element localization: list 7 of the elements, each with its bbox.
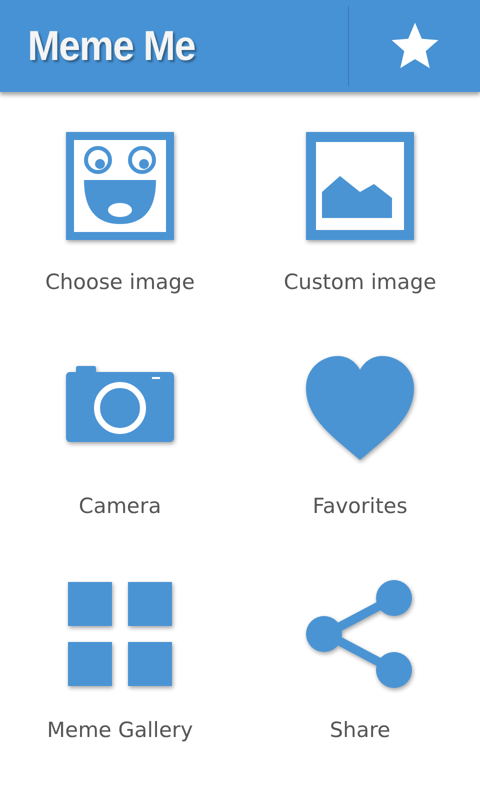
app-title: Meme Me: [26, 22, 196, 70]
menu-tile[interactable]: Custom image: [240, 128, 480, 352]
menu-tile[interactable]: Camera: [0, 352, 240, 576]
menu-tile[interactable]: Favorites: [240, 352, 480, 576]
menu-tile[interactable]: Choose image: [0, 128, 240, 352]
menu-tile[interactable]: Share: [240, 576, 480, 800]
menu-tile[interactable]: Meme Gallery: [0, 576, 240, 800]
